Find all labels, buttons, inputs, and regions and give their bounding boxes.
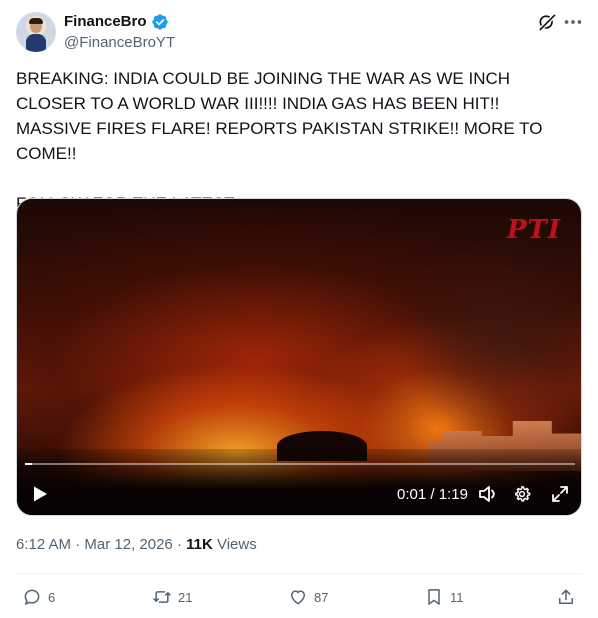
video-watermark: PTI [507, 215, 562, 245]
tweet-time[interactable]: 6:12 AM [16, 536, 71, 553]
play-icon[interactable] [31, 485, 49, 503]
author-handle[interactable]: @FinanceBroYT [64, 34, 175, 51]
repost-icon [153, 591, 171, 603]
reply-icon [24, 589, 40, 605]
meta-dot: · [172, 536, 187, 553]
tweet-date[interactable]: Mar 12, 2026 [84, 536, 172, 553]
share-button[interactable] [556, 584, 576, 610]
video-time-separator: / [426, 486, 439, 503]
divider [16, 573, 582, 574]
tweet-meta: 6:12 AM · Mar 12, 2026 · 11K Views [16, 536, 257, 553]
video-treeline [17, 449, 581, 515]
bookmark-button[interactable]: 11 [424, 584, 464, 610]
video-duration: 1:19 [438, 486, 468, 503]
heart-icon [291, 590, 305, 605]
more-icon[interactable] [562, 12, 584, 32]
video-smoke [397, 239, 581, 439]
grok-icon[interactable] [537, 12, 557, 32]
avatar[interactable] [16, 12, 56, 52]
video-current-time: 0:01 [397, 486, 427, 503]
author-name[interactable]: FinanceBro [64, 13, 147, 30]
bookmark-icon [428, 589, 440, 605]
like-button[interactable]: 87 [288, 584, 328, 610]
verified-badge-icon [152, 14, 168, 30]
tweet-text: BREAKING: INDIA COULD BE JOINING THE WAR… [16, 69, 543, 213]
avatar-suit [26, 34, 46, 52]
bookmark-count: 11 [450, 589, 464, 605]
volume-icon[interactable] [478, 485, 498, 503]
repost-button[interactable]: 21 [152, 584, 192, 610]
meta-dot: · [71, 536, 85, 553]
views-count: 11K [186, 536, 213, 553]
reply-button[interactable]: 6 [22, 584, 55, 610]
video-player[interactable]: PTI 0:01 / 1:19 [16, 198, 582, 516]
like-count: 87 [314, 589, 329, 605]
settings-gear-icon[interactable] [513, 485, 531, 503]
video-progress-bar[interactable] [25, 463, 575, 465]
repost-count: 21 [178, 589, 193, 605]
video-progress-fill [25, 463, 33, 465]
share-icon [559, 589, 573, 604]
views-label: Views [212, 536, 257, 553]
fullscreen-icon[interactable] [551, 485, 569, 503]
video-time: 0:01 / 1:19 [397, 486, 468, 503]
avatar-hair [29, 18, 43, 24]
reply-count: 6 [48, 589, 56, 605]
